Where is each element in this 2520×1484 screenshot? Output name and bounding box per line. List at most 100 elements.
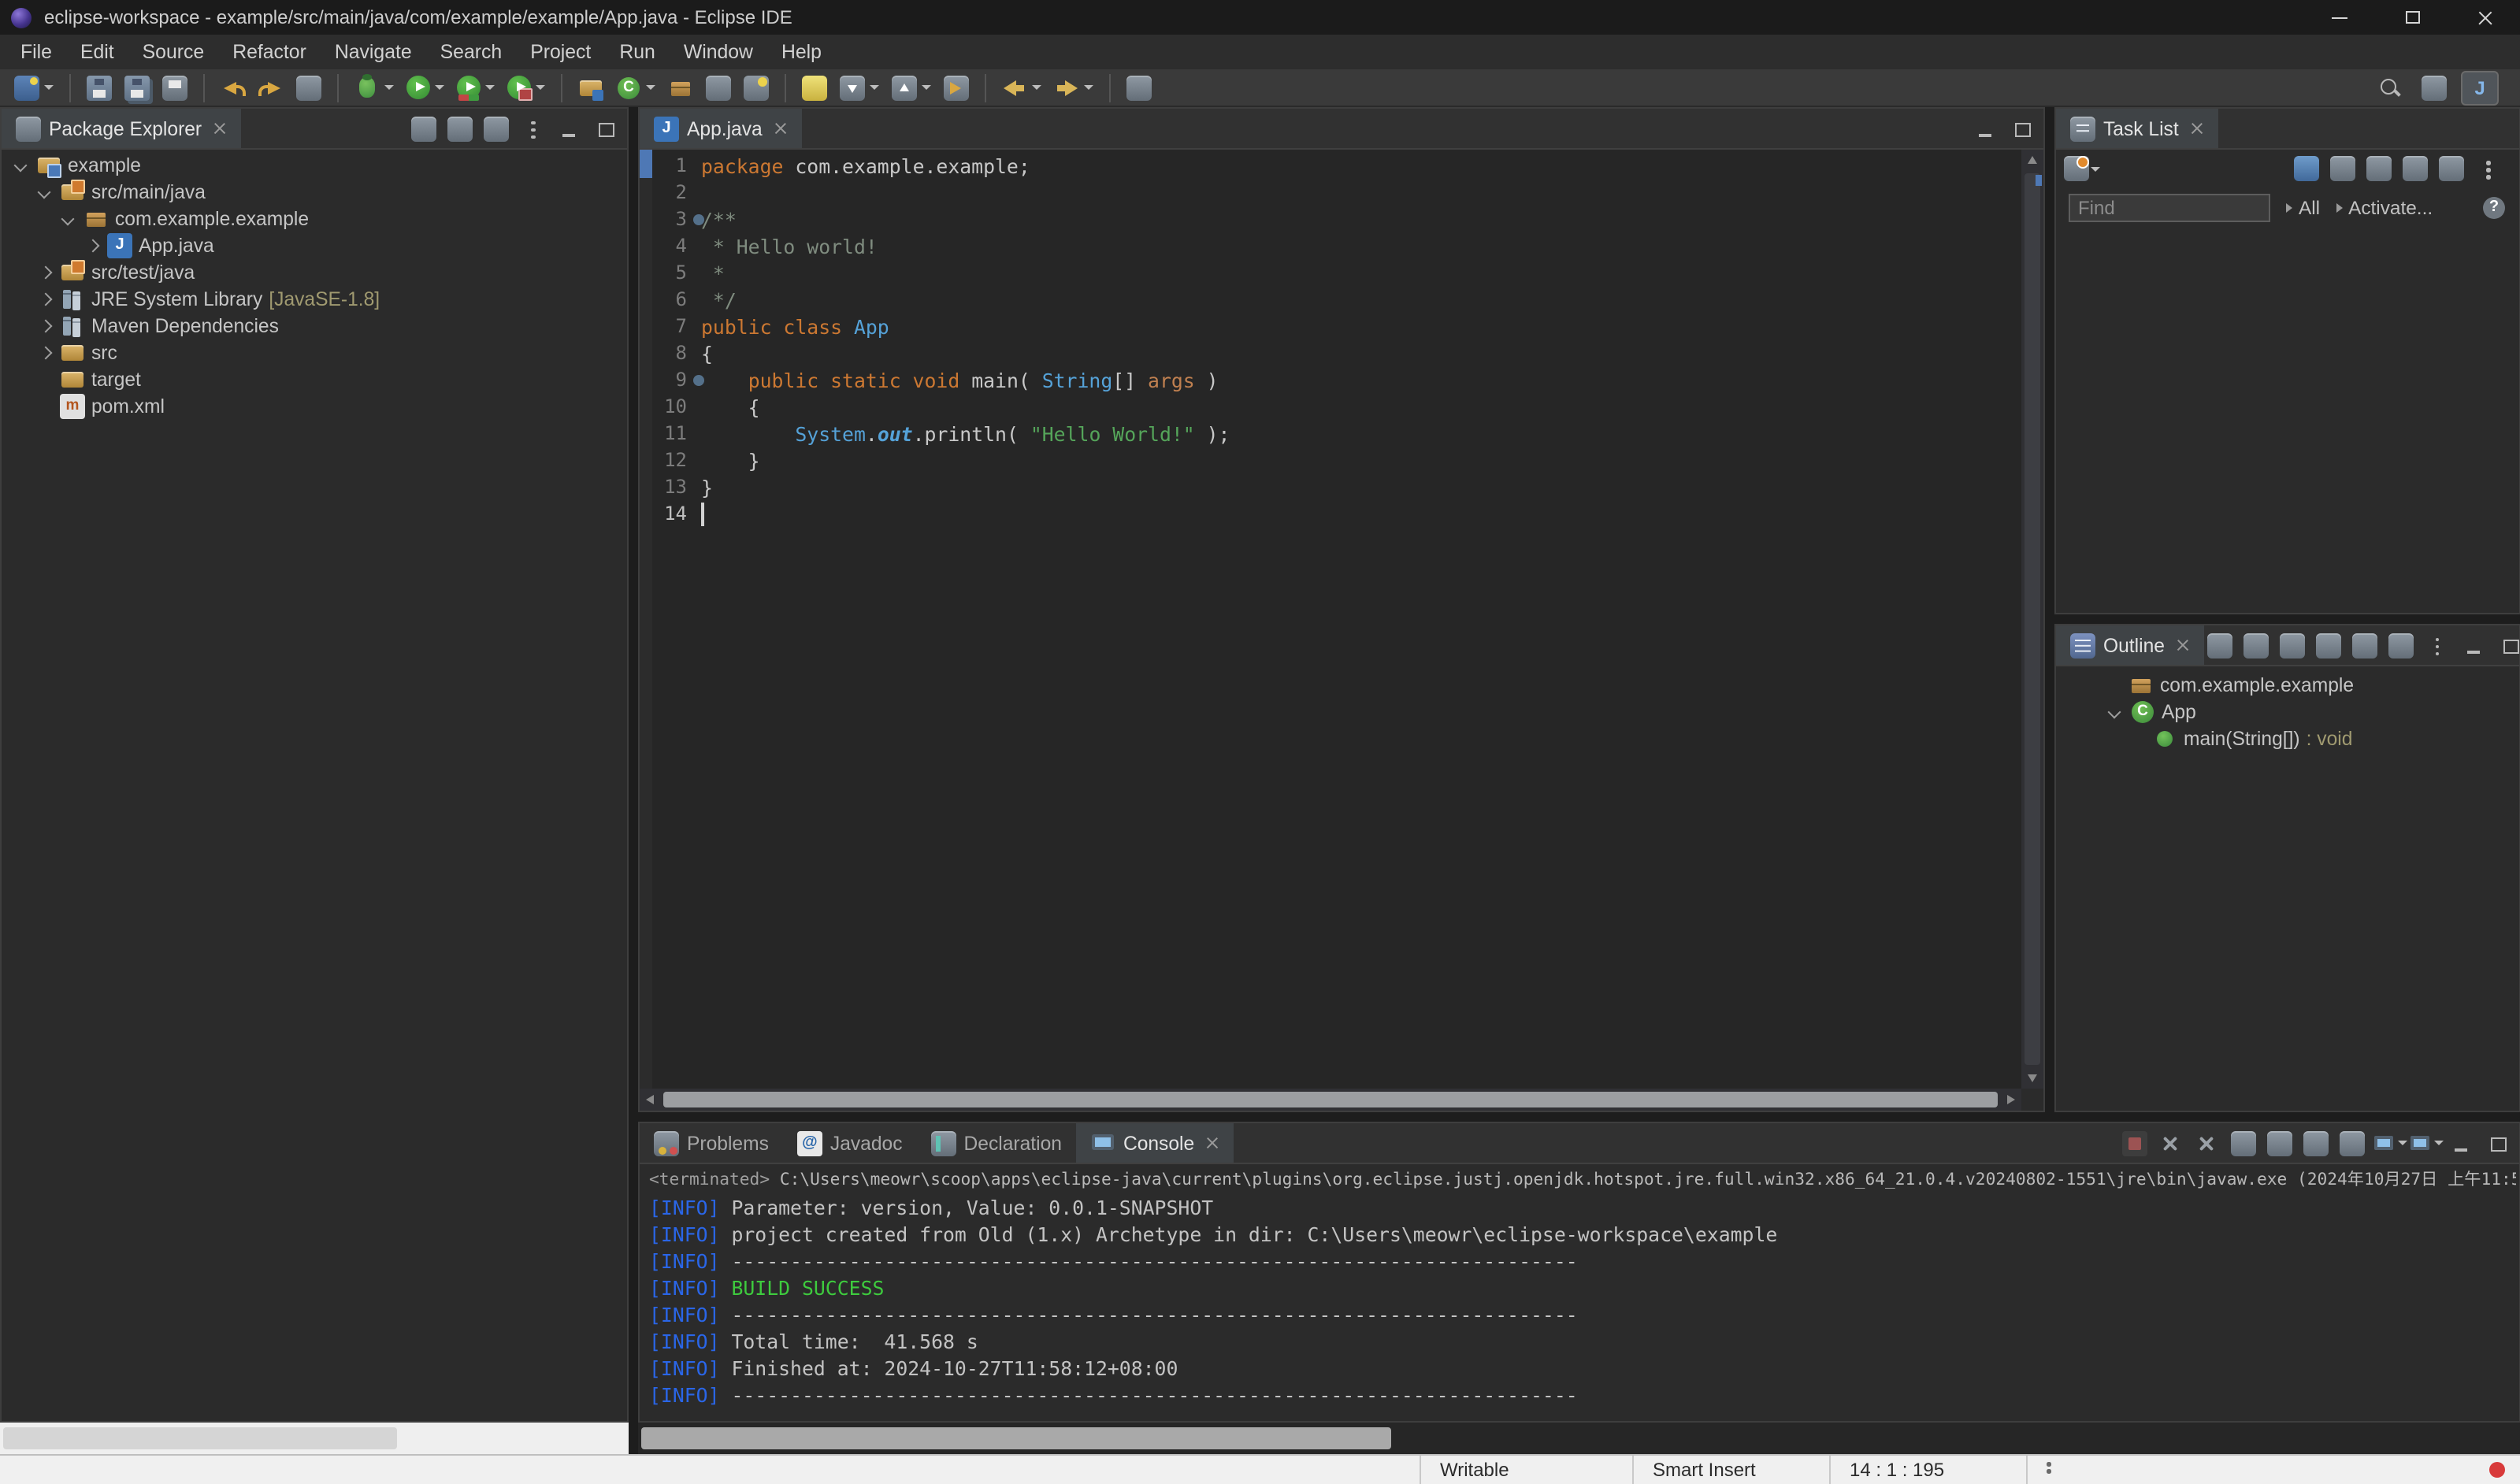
menu-run[interactable]: Run	[605, 36, 669, 68]
menu-edit[interactable]: Edit	[66, 36, 128, 68]
collapse-all-button[interactable]	[2436, 153, 2467, 184]
expand-arrow-icon[interactable]	[82, 234, 101, 256]
maximize-button[interactable]	[2006, 113, 2037, 144]
editor-gutter[interactable]: 1 2 3 4 5 6 7 8 9 10 11 12 13 14	[652, 153, 704, 528]
minimize-button[interactable]	[553, 113, 585, 144]
debug-button[interactable]	[350, 70, 399, 105]
remove-all-button[interactable]	[2192, 1127, 2223, 1159]
collapse-arrow-icon[interactable]	[2105, 700, 2124, 722]
focus-active-task-button[interactable]	[2204, 629, 2236, 661]
editor-body[interactable]: 1 2 3 4 5 6 7 8 9 10 11 12 13 14 package com.example.…	[640, 150, 2043, 1111]
dropdown-caret-icon[interactable]	[1084, 85, 1093, 90]
expand-arrow-icon[interactable]	[35, 341, 54, 363]
package-explorer-scrollbar[interactable]	[0, 1423, 629, 1454]
terminate-button[interactable]	[2119, 1127, 2151, 1159]
minimize-button[interactable]	[2458, 629, 2489, 661]
menu-navigate[interactable]: Navigate	[321, 36, 426, 68]
new-class-button[interactable]: C	[611, 70, 660, 105]
task-scope-all-button[interactable]: All	[2286, 197, 2320, 219]
console-scrollbar[interactable]	[638, 1423, 2520, 1454]
explorer-item-jre-system-library[interactable]: JRE System Library [JavaSE-1.8]	[2, 285, 627, 312]
view-menu-button[interactable]	[517, 113, 548, 144]
dropdown-caret-icon[interactable]	[536, 85, 545, 90]
save-button[interactable]	[82, 70, 117, 105]
tab-declaration[interactable]: Declaration	[917, 1123, 1076, 1163]
editor-code[interactable]: package com.example.example; /** * Hello …	[701, 153, 2021, 1089]
menu-help[interactable]: Help	[767, 36, 836, 68]
scroll-up-icon[interactable]	[2028, 156, 2037, 164]
hide-static-button[interactable]	[2313, 629, 2344, 661]
mark-occurrences-button[interactable]	[797, 70, 832, 105]
build-all-button[interactable]	[291, 70, 326, 105]
display-console-button[interactable]	[2373, 1127, 2407, 1159]
scroll-down-icon[interactable]	[2028, 1074, 2037, 1082]
menu-refactor[interactable]: Refactor	[218, 36, 321, 68]
menu-source[interactable]: Source	[128, 36, 219, 68]
run-button[interactable]	[402, 70, 449, 105]
dropdown-caret-icon[interactable]	[1032, 85, 1041, 90]
outline-item-com-example-example[interactable]: com.example.example	[2095, 671, 2519, 698]
dropdown-caret-icon[interactable]	[646, 85, 655, 90]
new-wizard-button[interactable]	[9, 70, 58, 105]
outline-item-app[interactable]: C App	[2095, 698, 2519, 725]
dropdown-caret-icon[interactable]	[2433, 1141, 2443, 1145]
collapse-arrow-icon[interactable]	[35, 180, 54, 202]
help-icon[interactable]: ?	[2483, 197, 2505, 219]
pin-console-button[interactable]	[2336, 1127, 2368, 1159]
dropdown-caret-icon[interactable]	[870, 85, 879, 90]
editor-horizontal-scrollbar[interactable]	[640, 1089, 2021, 1111]
vertical-scroll-thumb[interactable]	[2025, 173, 2040, 1065]
search-button[interactable]	[2373, 70, 2407, 105]
notification-badge[interactable]	[2489, 1462, 2505, 1478]
new-java-project-button[interactable]	[573, 70, 608, 105]
tab-outline[interactable]: Outline	[2056, 625, 2204, 665]
tab-console[interactable]: Console	[1075, 1123, 1234, 1163]
dropdown-caret-icon[interactable]	[44, 85, 54, 90]
task-activate-button[interactable]: Activate...	[2336, 197, 2433, 219]
link-with-editor-button[interactable]	[444, 113, 476, 144]
close-tab-icon[interactable]	[2190, 121, 2204, 135]
redo-button[interactable]	[254, 70, 288, 105]
last-edit-location-button[interactable]	[939, 70, 974, 105]
scroll-left-icon[interactable]	[646, 1095, 654, 1104]
close-tab-icon[interactable]	[213, 121, 227, 135]
clear-console-button[interactable]	[2228, 1127, 2259, 1159]
open-type-button[interactable]	[701, 70, 736, 105]
view-menu-button[interactable]	[2472, 153, 2503, 184]
tab-task-list[interactable]: Task List	[2056, 109, 2218, 148]
previous-annotation-button[interactable]	[887, 70, 936, 105]
maximize-button[interactable]	[2481, 1127, 2513, 1159]
next-annotation-button[interactable]	[835, 70, 884, 105]
maximize-button[interactable]	[589, 113, 621, 144]
open-perspective-button[interactable]	[2417, 70, 2451, 105]
menu-search[interactable]: Search	[426, 36, 517, 68]
outline-item-main-string[interactable]: main(String[]) : void	[2095, 725, 2519, 751]
new-package-button[interactable]	[663, 70, 698, 105]
close-tab-icon[interactable]	[774, 121, 788, 135]
dropdown-caret-icon[interactable]	[2397, 1141, 2407, 1145]
explorer-item-app-java[interactable]: J App.java	[2, 232, 627, 258]
dropdown-caret-icon[interactable]	[435, 85, 444, 90]
horizontal-scroll-thumb[interactable]	[663, 1092, 1998, 1107]
back-button[interactable]	[997, 70, 1046, 105]
collapse-all-button[interactable]	[408, 113, 440, 144]
expand-arrow-icon[interactable]	[35, 314, 54, 336]
minimize-window-button[interactable]	[2303, 0, 2376, 35]
maximize-window-button[interactable]	[2376, 0, 2448, 35]
undo-button[interactable]	[216, 70, 251, 105]
close-window-button[interactable]	[2448, 0, 2520, 35]
horizontal-scroll-thumb[interactable]	[3, 1427, 397, 1449]
maximize-button[interactable]	[2494, 629, 2520, 661]
editor-vertical-scrollbar[interactable]	[2021, 150, 2043, 1089]
menu-window[interactable]: Window	[670, 36, 767, 68]
explorer-item-com-example-example[interactable]: com.example.example	[2, 205, 627, 232]
dropdown-caret-icon[interactable]	[2090, 166, 2099, 171]
close-tab-icon[interactable]	[1205, 1136, 1219, 1150]
horizontal-scroll-thumb[interactable]	[641, 1427, 1391, 1449]
close-tab-icon[interactable]	[2176, 638, 2190, 652]
scroll-lock-button[interactable]	[2264, 1127, 2295, 1159]
collapse-arrow-icon[interactable]	[58, 207, 77, 229]
menu-project[interactable]: Project	[516, 36, 605, 68]
tab-app-java[interactable]: J App.java	[640, 109, 802, 148]
hide-non-public-button[interactable]	[2349, 629, 2381, 661]
